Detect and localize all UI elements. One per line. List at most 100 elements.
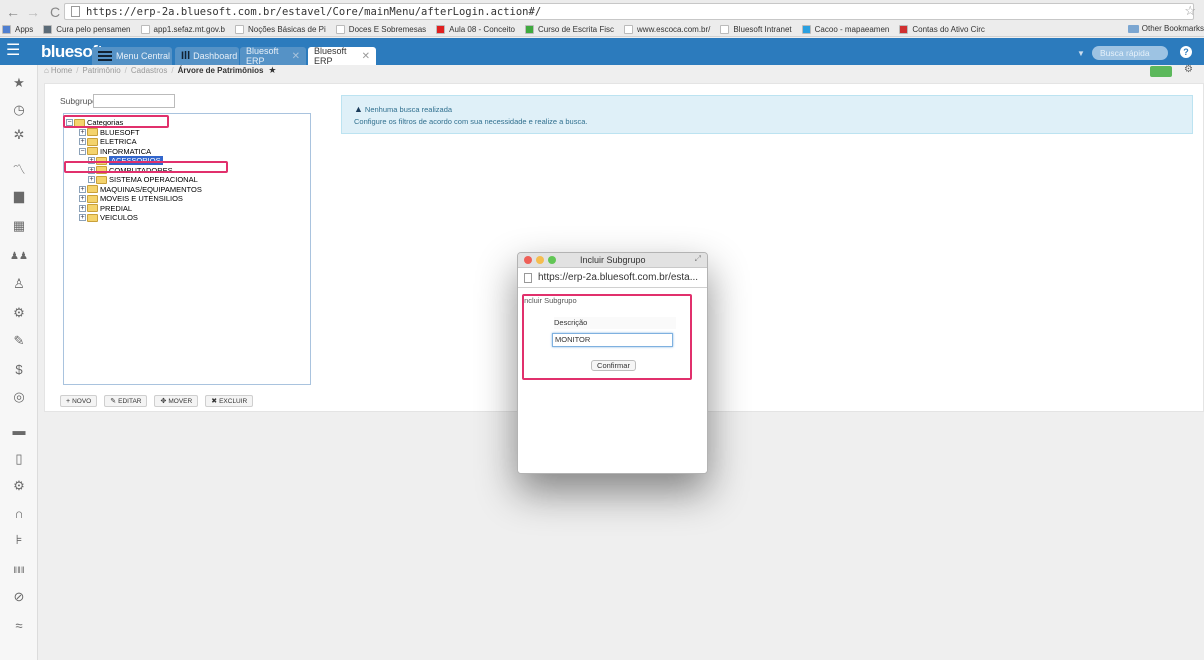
- bookmark-label: Aula 08 - Conceito: [449, 25, 515, 34]
- calculator-icon[interactable]: ▦: [0, 216, 38, 236]
- close-window-icon[interactable]: [524, 256, 532, 264]
- chart-icon[interactable]: 〽: [0, 158, 38, 178]
- reload-icon[interactable]: C: [48, 4, 62, 20]
- tree-node[interactable]: + MAQUINAS/EQUIPAMENTOS: [79, 185, 202, 194]
- expand-icon[interactable]: +: [79, 214, 86, 221]
- settings-gear-icon[interactable]: ⚙: [1184, 64, 1193, 75]
- novo-button[interactable]: + NOVO: [60, 395, 98, 407]
- tree-node[interactable]: + VEICULOS: [79, 213, 138, 222]
- expand-icon[interactable]: +: [79, 185, 86, 193]
- bookmark-item[interactable]: Noções Básicas de Pi: [234, 25, 326, 34]
- cart-icon[interactable]: ⊧: [0, 530, 38, 550]
- subgrupo-input[interactable]: [93, 94, 175, 108]
- briefcase-icon[interactable]: ▆: [0, 186, 38, 206]
- tablet-icon[interactable]: ▯: [0, 449, 38, 469]
- hamburger-menu-icon[interactable]: ☰: [6, 43, 20, 59]
- highlight-form: [522, 294, 692, 380]
- bookmark-item[interactable]: Doces E Sobremesas: [335, 25, 426, 34]
- expand-icon[interactable]: +: [79, 128, 86, 136]
- bookmark-favicon-icon: [234, 25, 244, 34]
- gears-icon[interactable]: ⚙: [0, 476, 38, 496]
- dollar-icon[interactable]: $: [0, 359, 38, 379]
- other-bookmarks[interactable]: Other Bookmarks: [1127, 24, 1204, 33]
- quick-search-input[interactable]: Busca rápida: [1092, 46, 1168, 60]
- folder-icon: [87, 137, 98, 146]
- other-bookmarks-label: Other Bookmarks: [1141, 24, 1204, 33]
- breadcrumb-item[interactable]: Patrimônio: [82, 66, 120, 75]
- bookmark-label: www.escoca.com.br/: [637, 25, 711, 34]
- bookmark-item[interactable]: Contas do Ativo Circ: [899, 25, 985, 34]
- star-icon[interactable]: ★: [0, 73, 38, 93]
- bookmark-item[interactable]: Curso de Escrita Fisc: [525, 25, 614, 34]
- editar-button[interactable]: ✎ EDITAR: [104, 395, 148, 407]
- bookmark-item[interactable]: Cura pelo pensamen: [43, 25, 131, 34]
- close-tab-icon[interactable]: ✕: [362, 51, 370, 62]
- expand-icon[interactable]: +: [79, 204, 86, 212]
- tree-node[interactable]: + MOVEIS E UTENSILIOS: [79, 194, 183, 203]
- bookmark-item[interactable]: www.escoca.com.br/: [624, 25, 710, 34]
- breadcrumb-item[interactable]: Cadastros: [131, 66, 167, 75]
- bar-chart-icon: Ill: [181, 50, 191, 62]
- bookmark-favicon-icon: [2, 25, 11, 34]
- expand-icon[interactable]: +: [88, 176, 95, 183]
- wrench-icon[interactable]: ✎: [0, 331, 38, 351]
- tree-actions: + NOVO ✎ EDITAR ✥ MOVER ✖ EXCLUIR: [60, 395, 260, 407]
- minimize-window-icon[interactable]: [536, 256, 544, 264]
- tab-bluesoft-erp-active[interactable]: Bluesoft ERP ✕: [308, 46, 376, 66]
- bookmark-item[interactable]: Apps: [2, 25, 33, 34]
- barcode-icon[interactable]: ‖‖‖: [0, 560, 38, 580]
- folder-icon: [87, 204, 98, 212]
- tab-label: Dashboard: [193, 51, 238, 61]
- bookmark-item[interactable]: app1.sefaz.mt.gov.b: [140, 25, 225, 34]
- excluir-button[interactable]: ✖ EXCLUIR: [205, 395, 254, 407]
- page-icon: [524, 272, 532, 283]
- tree-node[interactable]: + SISTEMA OPERACIONAL: [88, 175, 198, 184]
- breadcrumb-item[interactable]: Home: [51, 66, 72, 75]
- chevron-down-icon[interactable]: ▼: [1077, 49, 1085, 58]
- bookmark-item[interactable]: Bluesoft Intranet: [720, 25, 792, 34]
- tab-bluesoft-erp[interactable]: Bluesoft ERP ✕: [240, 46, 306, 66]
- folder-icon: [87, 213, 98, 222]
- users-icon[interactable]: ♟♟: [0, 246, 38, 266]
- tree-node[interactable]: + ELETRICA: [79, 137, 137, 146]
- truck-icon[interactable]: ▬: [0, 420, 38, 440]
- favorite-star-icon[interactable]: ★: [268, 65, 276, 76]
- folder-icon: [87, 185, 98, 193]
- tab-menu-central[interactable]: Menu Central: [92, 47, 172, 65]
- bookmark-item[interactable]: Aula 08 - Conceito: [436, 25, 515, 34]
- notification-button[interactable]: [1150, 66, 1172, 77]
- bookmark-label: Contas do Ativo Circ: [912, 25, 985, 34]
- clock-icon[interactable]: ◷: [0, 100, 38, 120]
- url-text: https://erp-2a.bluesoft.com.br/estavel/C…: [86, 5, 542, 18]
- folder-icon: [96, 175, 107, 184]
- expand-icon[interactable]: +: [79, 195, 86, 202]
- bookmark-star-icon[interactable]: ☆: [1184, 3, 1196, 19]
- help-icon[interactable]: ?: [1180, 46, 1192, 58]
- check-circle-icon[interactable]: ⊘: [0, 587, 38, 607]
- tree-node[interactable]: − INFORMATICA: [79, 147, 151, 156]
- headset-icon[interactable]: ∩: [0, 503, 38, 523]
- close-tab-icon[interactable]: ✕: [292, 51, 300, 62]
- forward-icon[interactable]: →: [26, 4, 40, 20]
- mover-button[interactable]: ✥ MOVER: [154, 395, 199, 407]
- breadcrumb-separator: /: [171, 65, 174, 75]
- gear-icon[interactable]: ✲: [0, 125, 38, 145]
- menu-icon: [98, 51, 112, 61]
- zoom-window-icon[interactable]: [548, 256, 556, 264]
- address-bar[interactable]: https://erp-2a.bluesoft.com.br/estavel/C…: [64, 3, 1194, 20]
- collapse-icon[interactable]: −: [79, 147, 86, 155]
- person-icon[interactable]: ♙: [0, 274, 38, 294]
- tree-node[interactable]: + PREDIAL: [79, 204, 132, 213]
- cogs-icon[interactable]: ⚙: [0, 303, 38, 323]
- tab-dashboard[interactable]: Ill Dashboard: [175, 47, 239, 65]
- move-icon: ✥: [160, 398, 167, 405]
- bookmark-label: Bluesoft Intranet: [733, 25, 792, 34]
- bookmark-item[interactable]: Cacoo - mapaeamen: [801, 25, 889, 34]
- folder-icon: [1127, 24, 1139, 33]
- tree-node[interactable]: + BLUESOFT: [79, 128, 140, 137]
- back-icon[interactable]: ←: [6, 4, 20, 20]
- sync-icon[interactable]: ≈: [0, 615, 38, 635]
- expand-icon[interactable]: +: [79, 138, 86, 145]
- dashboard-icon[interactable]: ◎: [0, 387, 38, 407]
- expand-icon[interactable]: ⤢: [695, 254, 701, 264]
